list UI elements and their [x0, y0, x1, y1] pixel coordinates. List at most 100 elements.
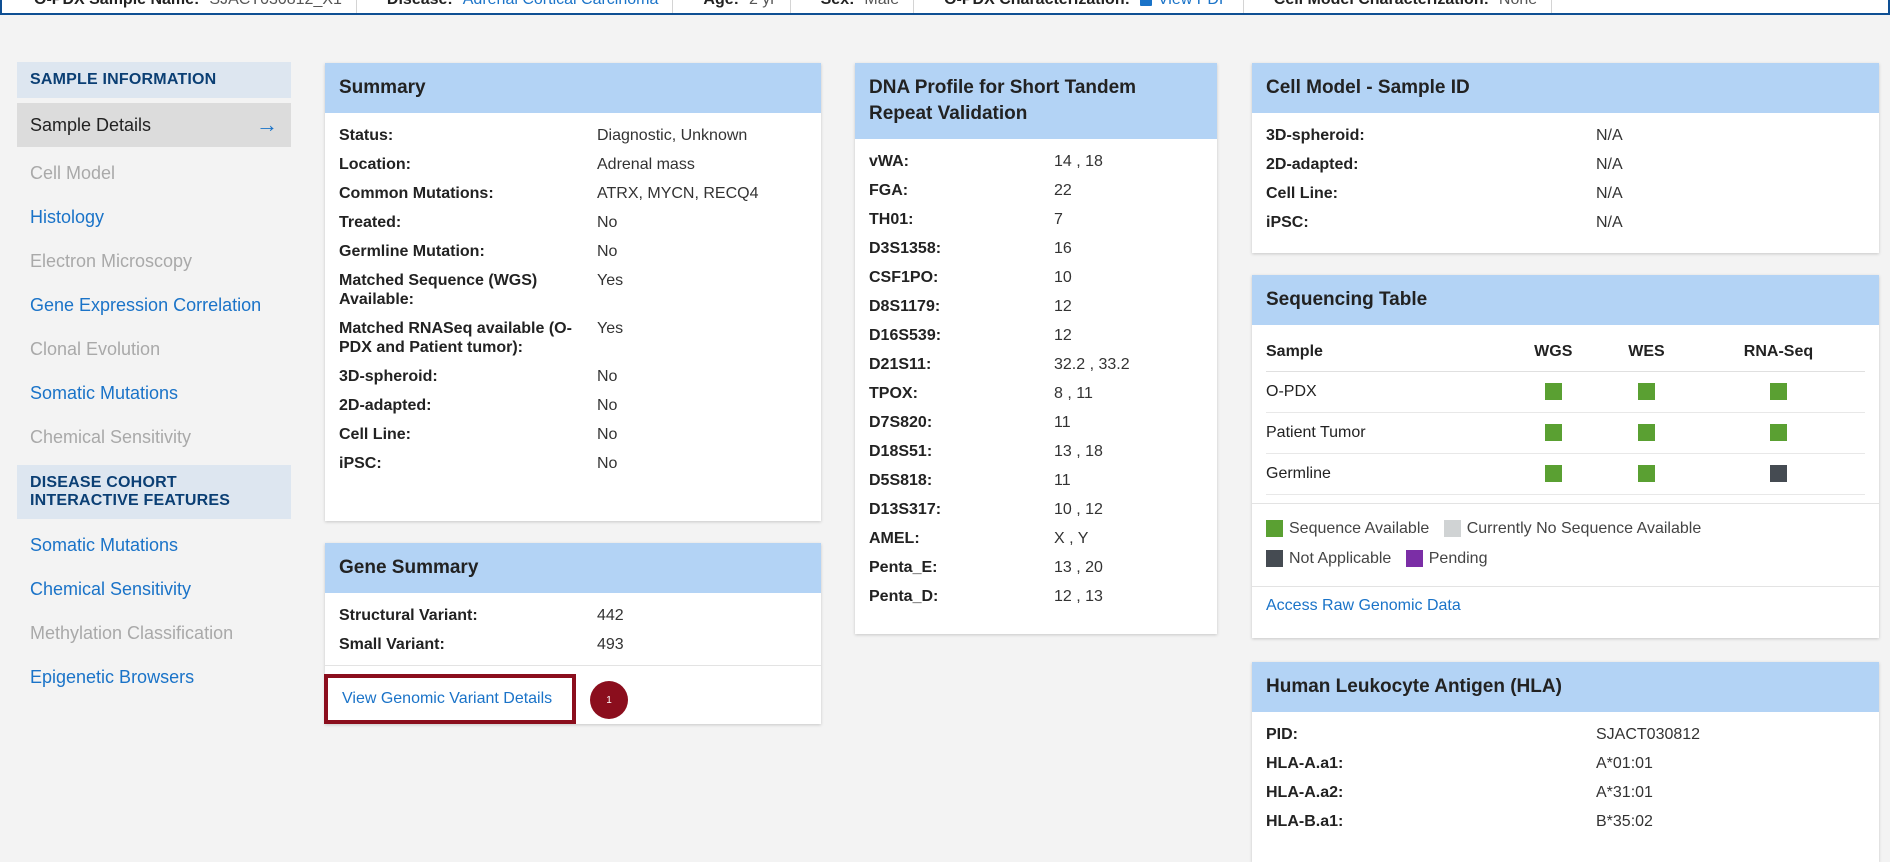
- sidebar-item-label: Somatic Mutations: [30, 535, 179, 555]
- arrow-right-icon: →: [256, 112, 278, 137]
- dna-row: TH01: 7: [869, 205, 1203, 234]
- dna-profile-title: DNA Profile for Short Tandem Repeat Vali…: [855, 63, 1217, 139]
- legend-pending-label: Pending: [1428, 550, 1488, 567]
- header-disease: Disease: Adrenal Cortical Carcinoma: [357, 0, 674, 13]
- row-key: Matched RNASeq available (O-PDX and Pati…: [339, 320, 572, 356]
- row-key: 2D-adapted:: [339, 397, 432, 414]
- legend-not-applicable: Not Applicable: [1266, 550, 1391, 568]
- summary-body: Status: Diagnostic, Unknown Location: Adren…: [325, 113, 821, 484]
- dna-row: D5S818: 11: [869, 466, 1203, 495]
- row-value: No: [597, 397, 618, 414]
- row-value: No: [597, 455, 618, 472]
- row-key: D7S820:: [869, 414, 933, 431]
- age-label: Age:: [703, 0, 739, 9]
- row-value: 12: [1054, 298, 1072, 315]
- hla-row: HLA-A.a1: A*01:01: [1266, 749, 1865, 778]
- row-key: Penta_D:: [869, 588, 939, 605]
- sidebar-item-somatic-mutations[interactable]: Somatic Mutations: [17, 371, 291, 415]
- sidebar-item-label: Sample Details: [30, 115, 152, 135]
- row-key: TPOX:: [869, 385, 918, 402]
- row-value: 13 , 20: [1054, 559, 1103, 576]
- dna-row: Penta_D: 12 , 13: [869, 582, 1203, 611]
- row-key: Cell Line:: [1266, 185, 1339, 202]
- row-value: 10: [1054, 269, 1072, 286]
- sidebar-item-chemical-sensitivity: Chemical Sensitivity: [17, 415, 291, 459]
- summary-row: 3D-spheroid: No: [339, 362, 807, 391]
- row-value: No: [597, 214, 618, 231]
- sidebar-item-methylation-classification: Methylation Classification: [17, 611, 291, 655]
- sample-name-cell: O-PDX: [1266, 371, 1506, 413]
- row-value: A*31:01: [1596, 784, 1653, 801]
- sample-header-bar: O-PDX Sample Name: SJACT030812_X1 Diseas…: [0, 0, 1890, 15]
- sample-name-cell: Patient Tumor: [1266, 412, 1506, 454]
- divider: [325, 665, 821, 666]
- dna-row: CSF1PO: 10: [869, 263, 1203, 292]
- dna-row: Penta_E: 13 , 20: [869, 553, 1203, 582]
- sidebar-item-histology[interactable]: Histology: [17, 195, 291, 239]
- dna-row: TPOX: 8 , 11: [869, 379, 1203, 408]
- cell-model-row: iPSC: N/A: [1266, 208, 1865, 237]
- pdf-icon: [1139, 0, 1152, 6]
- sidebar-item-label: Chemical Sensitivity: [30, 427, 192, 447]
- cell-model-row: 3D-spheroid: N/A: [1266, 121, 1865, 150]
- cell-model-row: Cell Line: N/A: [1266, 179, 1865, 208]
- row-key: TH01:: [869, 211, 914, 228]
- hla-row: HLA-B.a1: B*35:02: [1266, 807, 1865, 836]
- hla-panel: Human Leukocyte Antigen (HLA) PID: SJACT0…: [1252, 662, 1879, 862]
- view-pdf-link[interactable]: View PDF: [1158, 0, 1229, 9]
- row-value: 493: [597, 636, 624, 653]
- status-square-available: [1637, 424, 1655, 442]
- dna-row: FGA: 22: [869, 176, 1203, 205]
- row-value: No: [597, 426, 618, 443]
- legend-none-label: Currently No Sequence Available: [1466, 520, 1702, 537]
- column-header: WGS: [1505, 333, 1601, 372]
- row-value: 11: [1054, 472, 1071, 489]
- sidebar-list-sample: Sample Details → Cell Model Histology Electr…: [17, 103, 291, 459]
- table-row: O-PDX: [1266, 371, 1865, 413]
- header-characterization: O-PDX Characterization: View PDF: [914, 0, 1244, 13]
- row-key: D3S1358:: [869, 240, 942, 257]
- gene-summary-title: Gene Summary: [325, 543, 821, 593]
- view-genomic-variant-details-link[interactable]: View Genomic Variant Details: [324, 674, 576, 724]
- disease-link[interactable]: Adrenal Cortical Carcinoma: [463, 0, 659, 9]
- row-value: 7: [1054, 211, 1063, 228]
- row-key: Status:: [339, 127, 394, 144]
- summary-title: Summary: [325, 63, 821, 113]
- row-key: D13S317:: [869, 501, 942, 518]
- table-row: Patient Tumor: [1266, 412, 1865, 454]
- row-key: Cell Line:: [339, 426, 412, 443]
- dna-row: D18S51: 13 , 18: [869, 437, 1203, 466]
- sample-name-value: SJACT030812_X1: [209, 0, 342, 9]
- dna-row: D3S1358: 16: [869, 234, 1203, 263]
- sidebar-item-epigenetic-browsers[interactable]: Epigenetic Browsers: [17, 655, 291, 699]
- row-key: HLA-A.a2:: [1266, 784, 1344, 801]
- sidebar-item-sample-details[interactable]: Sample Details →: [17, 103, 291, 147]
- dna-row: D21S11: 32.2 , 33.2: [869, 350, 1203, 379]
- cell-model-body: 3D-spheroid: N/A 2D-adapted: N/A Cell Line: N…: [1252, 113, 1879, 243]
- sequencing-table-body: O-PDX Patient Tumor Germline: [1266, 371, 1865, 495]
- row-key: D5S818:: [869, 472, 933, 489]
- sidebar-item-gene-expression-correlation[interactable]: Gene Expression Correlation: [17, 283, 291, 327]
- sequencing-panel: Sequencing Table Sample WGS WES RNA-Seq O-P…: [1252, 275, 1879, 638]
- hla-row: PID: SJACT030812: [1266, 720, 1865, 749]
- row-key: Germline Mutation:: [339, 243, 485, 260]
- status-cell: [1691, 412, 1865, 454]
- sidebar-item-label: Somatic Mutations: [30, 383, 179, 403]
- disease-label: Disease:: [387, 0, 453, 9]
- gene-summary-row: Structural Variant: 442: [339, 601, 807, 630]
- row-key: 3D-spheroid:: [339, 368, 438, 385]
- status-square-available: [1769, 424, 1787, 442]
- dna-profile-panel: DNA Profile for Short Tandem Repeat Vali…: [855, 63, 1217, 634]
- row-value: 13 , 18: [1054, 443, 1103, 460]
- access-raw-genomic-data-link[interactable]: Access Raw Genomic Data: [1266, 597, 1461, 614]
- hla-row: HLA-A.a2: A*31:01: [1266, 778, 1865, 807]
- row-value: 12: [1054, 327, 1072, 344]
- sidebar-item-chemical-sensitivity[interactable]: Chemical Sensitivity: [17, 567, 291, 611]
- sidebar-item-label: Cell Model: [30, 163, 116, 183]
- sidebar-item-label: Chemical Sensitivity: [30, 579, 192, 599]
- row-key: Matched Sequence (WGS) Available:: [339, 272, 538, 308]
- row-key: D18S51:: [869, 443, 933, 460]
- sidebar-item-somatic-mutations[interactable]: Somatic Mutations: [17, 523, 291, 567]
- summary-row: Common Mutations: ATRX, MYCN, RECQ4: [339, 179, 807, 208]
- sidebar-item-cell-model: Cell Model: [17, 151, 291, 195]
